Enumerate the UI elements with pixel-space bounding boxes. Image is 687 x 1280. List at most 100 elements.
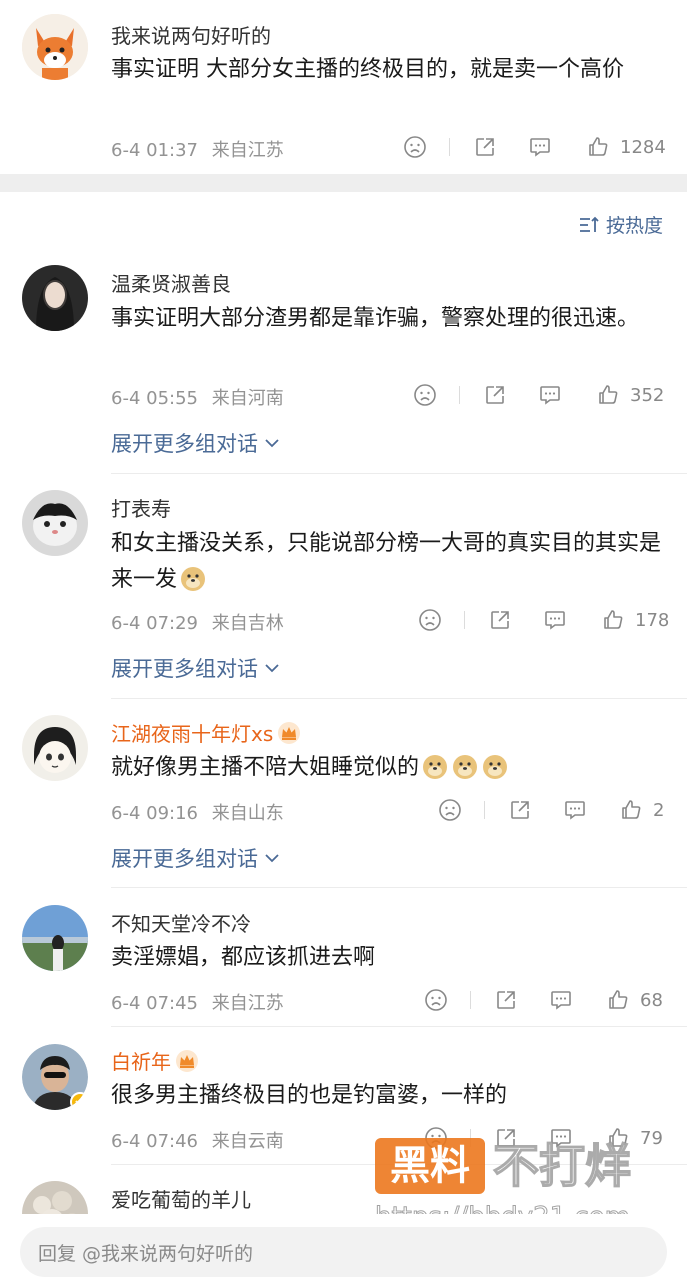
share-icon xyxy=(476,138,494,156)
sort-toggle[interactable]: 按热度 xyxy=(578,211,663,238)
dislike-face-icon xyxy=(414,384,436,406)
comment-location: 来自江苏 xyxy=(211,993,284,1014)
share-button[interactable] xyxy=(488,605,512,635)
share-button[interactable] xyxy=(508,795,532,825)
like-count: 352 xyxy=(630,384,665,406)
username[interactable]: 不知天堂冷不冷 xyxy=(111,908,251,937)
doge-emoji-icon xyxy=(483,755,508,779)
crown-badge-icon xyxy=(278,722,301,744)
divider xyxy=(459,386,460,404)
crown-badge-icon xyxy=(176,1050,198,1072)
like-count: 2 xyxy=(653,799,665,821)
share-button[interactable] xyxy=(473,132,497,162)
comment-location: 来自云南 xyxy=(211,1131,284,1152)
avatar[interactable] xyxy=(22,1044,88,1110)
thumbs-up-icon xyxy=(589,137,608,156)
expand-label: 展开更多组对话 xyxy=(111,432,258,456)
comment-text: 很多男主播终极目的也是钓富婆，一样的 xyxy=(111,1083,508,1108)
dislike-face-icon xyxy=(425,989,447,1011)
reply-placeholder: 回复 @我来说两句好听的 xyxy=(38,1242,254,1265)
share-button[interactable] xyxy=(494,985,518,1015)
action-bar: 1284 xyxy=(403,132,673,162)
divider xyxy=(111,473,687,474)
reply-input[interactable]: 回复 @我来说两句好听的 xyxy=(20,1227,667,1277)
doge-emoji-icon xyxy=(453,755,478,779)
doge-emoji-icon xyxy=(181,567,206,591)
avatar[interactable] xyxy=(22,265,88,331)
dislike-button[interactable] xyxy=(403,132,427,162)
action-bar: 68 xyxy=(424,985,679,1015)
section-divider xyxy=(0,174,687,192)
chevron-down-icon xyxy=(265,664,279,673)
divider xyxy=(449,138,450,156)
action-bar: 2 xyxy=(438,795,678,825)
comment-time: 6-4 01:37 xyxy=(111,140,198,161)
comment-time: 6-4 07:46 xyxy=(111,1131,198,1152)
dislike-button[interactable] xyxy=(424,1123,448,1153)
comment-time: 6-4 07:29 xyxy=(111,613,198,634)
like-button[interactable]: 352 xyxy=(596,380,664,410)
thumbs-up-icon xyxy=(622,800,641,819)
comment-location: 来自吉林 xyxy=(211,613,284,634)
comment-bubble-icon xyxy=(540,386,560,405)
like-count: 68 xyxy=(640,989,663,1011)
avatar[interactable] xyxy=(22,14,88,80)
expand-replies-link[interactable]: 展开更多组对话 xyxy=(111,653,280,683)
share-icon xyxy=(497,1129,515,1147)
like-button[interactable]: 1284 xyxy=(586,132,666,162)
divider xyxy=(111,698,687,699)
reply-button[interactable] xyxy=(538,380,562,410)
expand-replies-link[interactable]: 展开更多组对话 xyxy=(111,428,280,458)
username[interactable]: 江湖夜雨十年灯xs xyxy=(111,718,301,747)
sort-label: 按热度 xyxy=(605,215,663,237)
comment-time: 6-4 07:45 xyxy=(111,993,198,1014)
share-button[interactable] xyxy=(494,1123,518,1153)
share-icon xyxy=(486,386,504,404)
dislike-button[interactable] xyxy=(418,605,442,635)
like-button[interactable]: 178 xyxy=(601,605,669,635)
username[interactable]: 爱吃葡萄的羊儿 xyxy=(111,1184,251,1213)
avatar[interactable] xyxy=(22,490,88,556)
reply-button[interactable] xyxy=(528,132,552,162)
divider xyxy=(111,887,687,888)
username[interactable]: 白祈年 xyxy=(111,1046,199,1075)
like-button[interactable]: 68 xyxy=(606,985,663,1015)
chevron-down-icon xyxy=(265,439,279,448)
comment-location: 来自河南 xyxy=(211,388,284,409)
comment-text: 就好像男主播不陪大姐睡觉似的 xyxy=(111,750,661,786)
top-comment: 我来说两句好听的 事实证明 大部分女主播的终极目的，就是卖一个高价 6-4 01… xyxy=(0,0,687,174)
username[interactable]: 打表寿 xyxy=(111,493,171,522)
divider xyxy=(484,801,485,819)
comment-bubble-icon xyxy=(565,801,585,820)
username[interactable]: 温柔贤淑善良 xyxy=(111,268,231,297)
comment-text-body: 就好像男主播不陪大姐睡觉似的 xyxy=(111,755,420,780)
reply-button[interactable] xyxy=(549,1123,573,1153)
comment-bubble-icon xyxy=(551,1129,571,1148)
like-button[interactable]: 79 xyxy=(606,1123,663,1153)
divider xyxy=(111,1164,687,1165)
username[interactable]: 我来说两句好听的 xyxy=(111,20,271,49)
dislike-face-icon xyxy=(425,1127,447,1149)
dislike-button[interactable] xyxy=(424,985,448,1015)
reply-button[interactable] xyxy=(563,795,587,825)
comment-time: 6-4 05:55 xyxy=(111,388,198,409)
comment-location: 来自江苏 xyxy=(211,140,284,161)
dislike-button[interactable] xyxy=(438,795,462,825)
comment-text: 事实证明 大部分女主播的终极目的，就是卖一个高价 xyxy=(111,57,624,82)
like-count: 79 xyxy=(640,1127,663,1149)
comment-text: 和女主播没关系，只能说部分榜一大哥的真实目的其实是来一发 xyxy=(111,526,661,598)
share-icon xyxy=(491,611,509,629)
reply-button[interactable] xyxy=(543,605,567,635)
divider xyxy=(111,1026,687,1027)
expand-label: 展开更多组对话 xyxy=(111,847,258,871)
expand-replies-link[interactable]: 展开更多组对话 xyxy=(111,843,280,873)
dislike-button[interactable] xyxy=(413,380,437,410)
username-text: 江湖夜雨十年灯xs xyxy=(111,722,274,746)
avatar[interactable] xyxy=(22,905,88,971)
like-button[interactable]: 2 xyxy=(619,795,664,825)
dislike-face-icon xyxy=(419,609,441,631)
share-button[interactable] xyxy=(483,380,507,410)
reply-button[interactable] xyxy=(549,985,573,1015)
thumbs-up-icon xyxy=(599,385,618,404)
avatar[interactable] xyxy=(22,715,88,781)
